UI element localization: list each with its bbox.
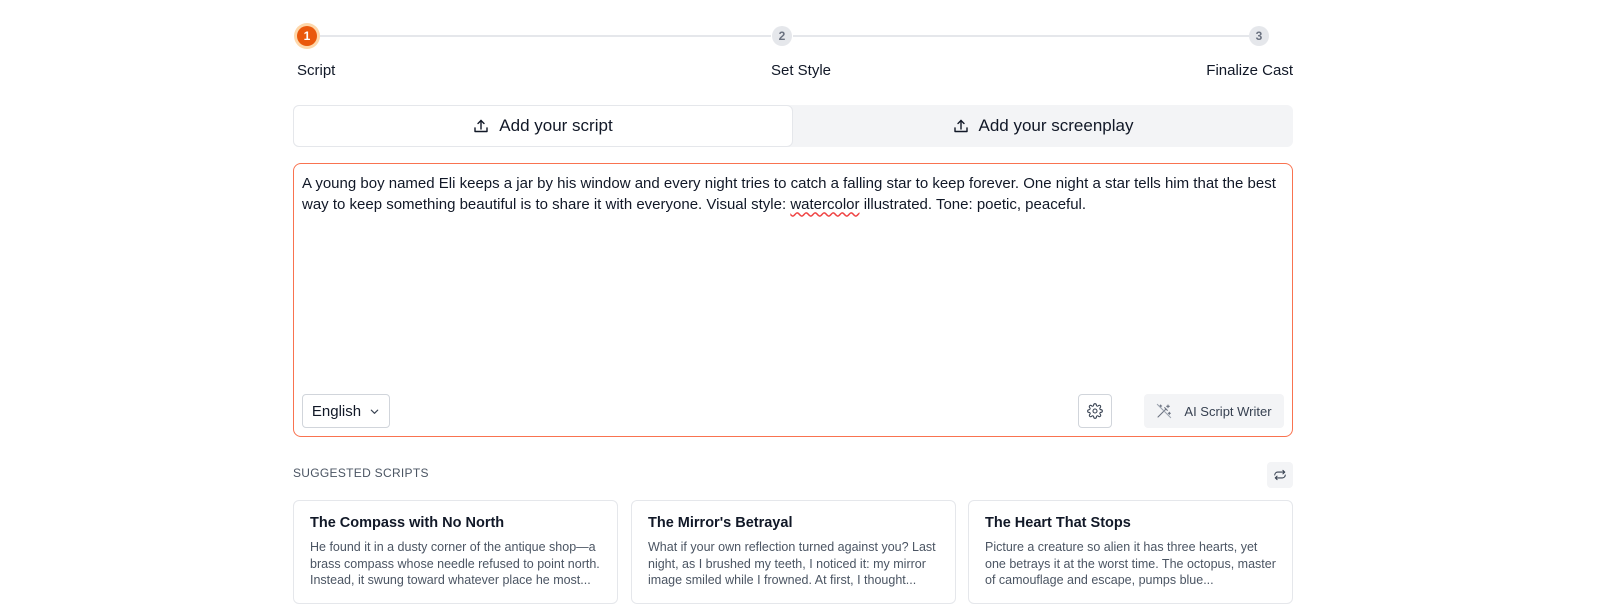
step-2-indicator[interactable]: 2: [772, 26, 792, 46]
upload-icon: [953, 119, 968, 133]
script-text: illustrated. Tone: poetic, peaceful.: [859, 195, 1087, 213]
card-title: The Heart That Stops: [985, 515, 1131, 531]
suggested-script-card[interactable]: The Mirror's Betrayal What if your own r…: [631, 500, 956, 604]
step-3-label: Finalize Cast: [1206, 62, 1293, 79]
step-1-label: Script: [297, 62, 336, 79]
step-3-indicator[interactable]: 3: [1249, 26, 1269, 46]
suggested-script-card[interactable]: The Heart That Stops Picture a creature …: [968, 500, 1293, 604]
card-title: The Mirror's Betrayal: [648, 515, 793, 531]
card-description: Picture a creature so alien it has three…: [985, 540, 1276, 587]
card-description: He found it in a dusty corner of the ant…: [310, 540, 600, 587]
step-connector: [793, 35, 1249, 37]
script-textarea[interactable]: A young boy named Eli keeps a jar by his…: [302, 174, 1287, 215]
progress-stepper: 1 2 3 Script Set Style Finalize Cast: [293, 24, 1293, 84]
ai-button-label: AI Script Writer: [1184, 403, 1272, 419]
language-value: English: [311, 402, 362, 420]
misspelled-word: watercolor: [790, 195, 860, 213]
card-title: The Compass with No North: [310, 515, 505, 531]
script-editor[interactable]: A young boy named Eli keeps a jar by his…: [293, 163, 1293, 437]
magic-wand-icon: [1157, 403, 1172, 419]
tab-add-script[interactable]: Add your script: [293, 105, 793, 147]
input-mode-tabs: Add your script Add your screenplay: [293, 105, 1293, 147]
gear-icon: [1087, 403, 1103, 419]
settings-button[interactable]: [1078, 394, 1112, 428]
refresh-suggestions-button[interactable]: [1267, 462, 1293, 488]
ai-script-writer-button[interactable]: AI Script Writer: [1144, 394, 1284, 428]
tab-label: Add your script: [499, 116, 613, 135]
step-1-indicator[interactable]: 1: [297, 26, 317, 46]
chevron-down-icon: [370, 409, 379, 414]
tab-label: Add your screenplay: [978, 116, 1134, 135]
language-select[interactable]: English: [302, 394, 390, 428]
step-connector: [315, 35, 771, 37]
upload-icon: [474, 119, 488, 133]
suggested-scripts-heading: SUGGESTED SCRIPTS: [293, 466, 429, 480]
refresh-icon: [1274, 469, 1286, 481]
card-description: What if your own reflection turned again…: [648, 540, 936, 587]
suggested-script-card[interactable]: The Compass with No North He found it in…: [293, 500, 618, 604]
script-step-page: 1 2 3 Script Set Style Finalize Cast Add…: [293, 0, 1293, 612]
tab-add-screenplay[interactable]: Add your screenplay: [793, 105, 1293, 147]
step-2-label: Set Style: [771, 62, 832, 79]
script-text: A young boy named Eli keeps a jar by his…: [302, 175, 1276, 213]
